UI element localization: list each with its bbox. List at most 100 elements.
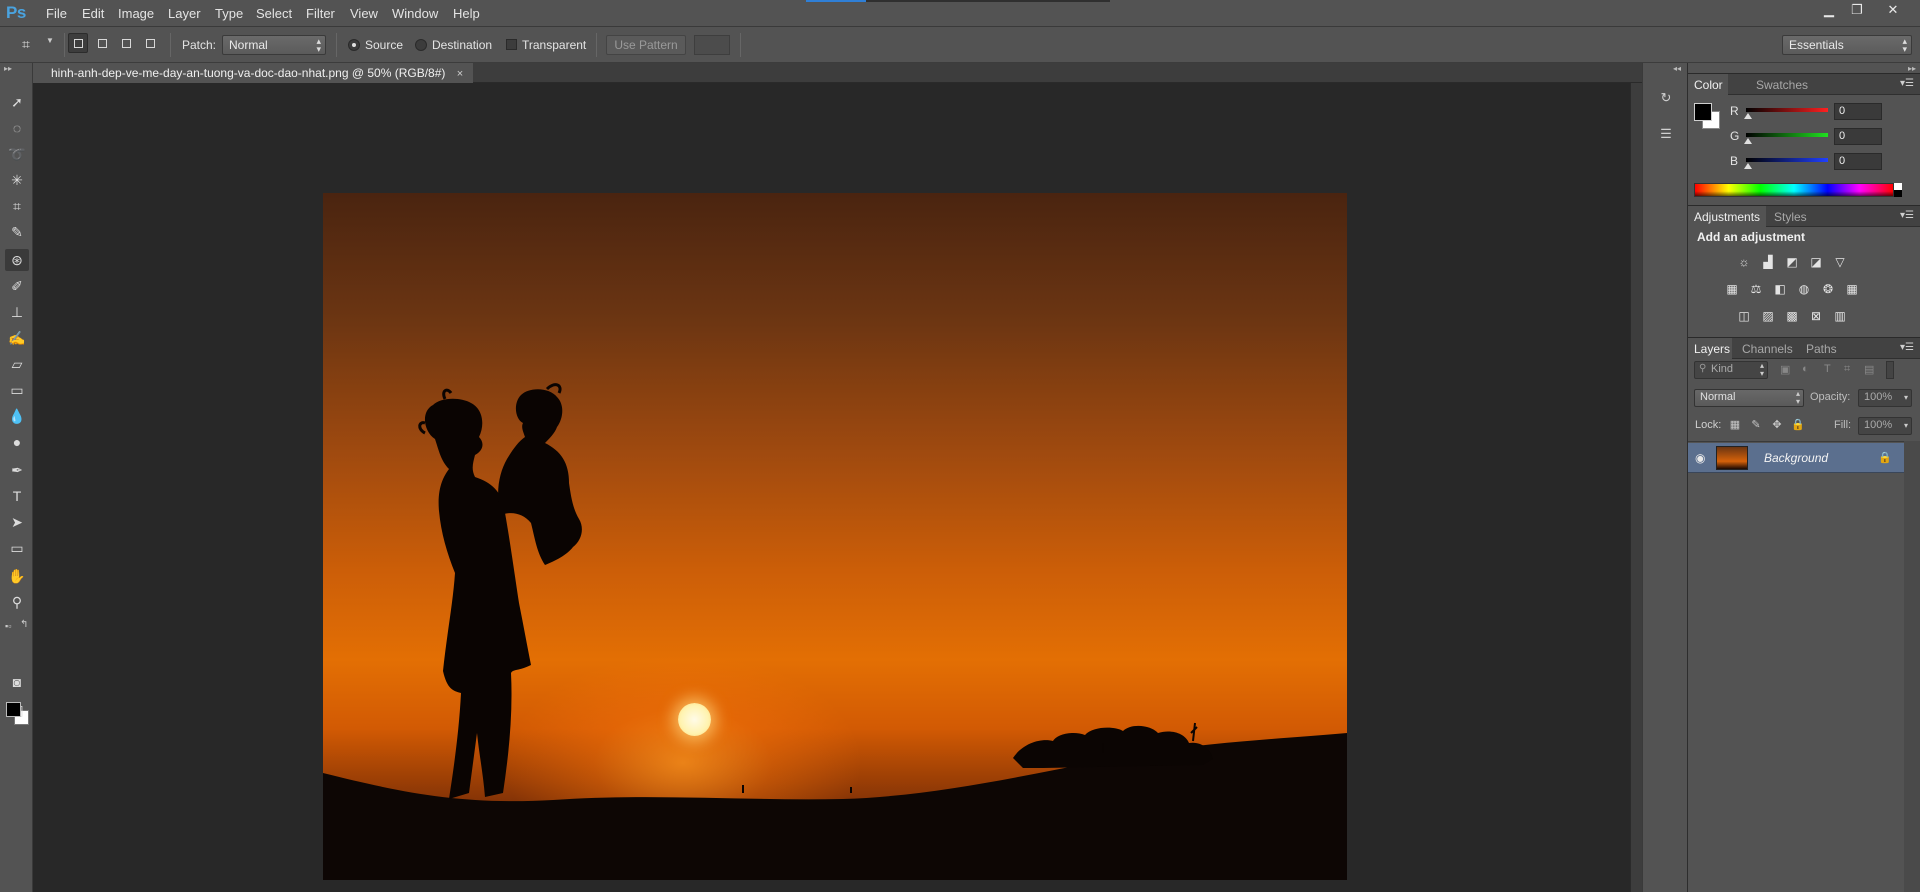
menu-view[interactable]: View <box>350 6 378 21</box>
gradient-map-icon[interactable]: ▥ <box>1832 308 1848 324</box>
red-slider[interactable] <box>1746 108 1828 112</box>
collapse-arrows-icon[interactable]: ▸▸ <box>4 64 12 73</box>
patch-tool-icon[interactable]: ⊛ <box>5 249 29 271</box>
menu-filter[interactable]: Filter <box>306 6 335 21</box>
selective-color-icon[interactable]: ⊠ <box>1808 308 1824 324</box>
properties-panel-icon[interactable]: ☰ <box>1657 125 1675 143</box>
document-tab[interactable]: hinh-anh-dep-ve-me-day-an-tuong-va-doc-d… <box>33 63 474 83</box>
restore-button[interactable]: ❐ <box>1844 1 1870 19</box>
green-slider-thumb[interactable] <box>1744 138 1752 144</box>
panel-menu-icon[interactable]: ▾☰ <box>1900 78 1914 89</box>
lock-transparent-pixels-icon[interactable]: ▦ <box>1728 418 1742 432</box>
add-to-selection-button[interactable] <box>92 33 112 53</box>
posterize-icon[interactable]: ▨ <box>1760 308 1776 324</box>
tab-paths[interactable]: Paths <box>1806 342 1837 356</box>
tab-adjustments[interactable]: Adjustments <box>1694 210 1760 224</box>
menu-file[interactable]: File <box>46 6 67 21</box>
path-selection-tool-icon[interactable]: ➤ <box>5 511 29 533</box>
rectangle-tool-icon[interactable]: ▭ <box>5 537 29 559</box>
clone-stamp-tool-icon[interactable]: ⊥ <box>5 301 29 323</box>
menu-select[interactable]: Select <box>256 6 292 21</box>
default-colors-icon[interactable]: ▪▫ <box>5 621 11 631</box>
menu-image[interactable]: Image <box>118 6 154 21</box>
type-filter-icon[interactable]: T <box>1824 363 1831 375</box>
brightness-icon[interactable]: ☼ <box>1736 254 1752 270</box>
adjustment-filter-icon[interactable]: ◐ <box>1802 363 1809 375</box>
tab-swatches[interactable]: Swatches <box>1756 78 1808 92</box>
tab-styles[interactable]: Styles <box>1774 210 1807 224</box>
lock-all-icon[interactable]: 🔒 <box>1791 418 1805 432</box>
intersect-selection-button[interactable] <box>140 33 160 53</box>
menu-window[interactable]: Window <box>392 6 438 21</box>
color-lookup-icon[interactable]: ▦ <box>1844 281 1860 297</box>
quick-mask-icon[interactable]: ◙ <box>5 671 29 693</box>
collapse-arrows-icon[interactable]: ◂◂ <box>1673 64 1681 73</box>
white-swatch[interactable] <box>1894 183 1902 190</box>
curves-icon[interactable]: ◩ <box>1784 254 1800 270</box>
color-spectrum-bar[interactable] <box>1694 183 1894 197</box>
brush-tool-icon[interactable]: ✐ <box>5 275 29 297</box>
layer-kind-filter[interactable]: ⚲ Kind ▴ ▾ <box>1694 361 1768 379</box>
eraser-tool-icon[interactable]: ▱ <box>5 353 29 375</box>
hand-tool-icon[interactable]: ✋ <box>5 565 29 587</box>
lock-position-icon[interactable]: ✥ <box>1770 418 1784 432</box>
crop-tool-icon[interactable]: ⌗ <box>5 195 29 217</box>
tab-layers[interactable]: Layers <box>1694 342 1730 356</box>
layers-scrollbar[interactable] <box>1904 441 1920 892</box>
history-panel-icon[interactable]: ↻ <box>1657 89 1675 107</box>
lasso-tool-icon[interactable]: ➰ <box>5 143 29 165</box>
panel-menu-icon[interactable]: ▾☰ <box>1900 210 1914 221</box>
blur-tool-icon[interactable]: 💧 <box>5 405 29 427</box>
layer-row[interactable]: ◉ Background 🔒 <box>1688 443 1904 473</box>
pattern-picker[interactable] <box>694 35 730 55</box>
transparent-checkbox[interactable] <box>506 39 517 50</box>
threshold-icon[interactable]: ▩ <box>1784 308 1800 324</box>
channel-mixer-icon[interactable]: ❂ <box>1820 281 1836 297</box>
pixel-filter-icon[interactable]: ▣ <box>1780 363 1790 376</box>
shape-filter-icon[interactable]: ⌗ <box>1844 363 1850 376</box>
patch-mode-select[interactable]: Normal ▴ ▾ <box>222 35 326 55</box>
smart-object-filter-icon[interactable]: ▤ <box>1864 363 1874 376</box>
red-slider-thumb[interactable] <box>1744 113 1752 119</box>
foreground-color-swatch[interactable] <box>6 702 21 717</box>
use-pattern-button[interactable]: Use Pattern <box>606 35 686 55</box>
destination-radio[interactable] <box>415 39 427 51</box>
black-swatch[interactable] <box>1894 190 1902 197</box>
black-white-icon[interactable]: ◧ <box>1772 281 1788 297</box>
pen-tool-icon[interactable]: ✒ <box>5 459 29 481</box>
blend-mode-select[interactable]: Normal ▴ ▾ <box>1694 389 1804 407</box>
subtract-from-selection-button[interactable] <box>116 33 136 53</box>
vertical-scrollbar[interactable] <box>1630 83 1642 892</box>
invert-icon[interactable]: ◫ <box>1736 308 1752 324</box>
type-tool-icon[interactable]: T <box>5 485 29 507</box>
vibrance-icon[interactable]: ▽ <box>1832 254 1848 270</box>
tab-channels[interactable]: Channels <box>1742 342 1793 356</box>
eyedropper-tool-icon[interactable]: ✎ <box>5 221 29 243</box>
chevron-down-icon[interactable]: ▼ <box>46 36 54 45</box>
new-selection-button[interactable] <box>68 33 88 53</box>
close-window-button[interactable]: ✕ <box>1880 1 1906 19</box>
panel-menu-icon[interactable]: ▾☰ <box>1900 342 1914 353</box>
hue-saturation-icon[interactable]: ▦ <box>1724 281 1740 297</box>
source-radio[interactable] <box>348 39 360 51</box>
exposure-icon[interactable]: ◪ <box>1808 254 1824 270</box>
menu-layer[interactable]: Layer <box>168 6 201 21</box>
menu-help[interactable]: Help <box>453 6 480 21</box>
move-tool-icon[interactable]: ➚ <box>5 91 29 113</box>
green-value-field[interactable]: 0 <box>1834 128 1882 145</box>
workspace-select[interactable]: Essentials ▴ ▾ <box>1782 35 1912 55</box>
levels-icon[interactable]: ▟ <box>1760 254 1776 270</box>
close-tab-icon[interactable]: × <box>457 68 463 80</box>
dodge-tool-icon[interactable]: ● <box>5 431 29 453</box>
blue-slider[interactable] <box>1746 158 1828 162</box>
patch-tool-preset-icon[interactable]: ⌗ <box>22 36 40 52</box>
document-image[interactable] <box>323 193 1347 880</box>
magic-wand-tool-icon[interactable]: ✳ <box>5 169 29 191</box>
opacity-field[interactable]: 100% ▾ <box>1858 389 1912 407</box>
foreground-color-swatch[interactable] <box>1694 103 1712 121</box>
filter-toggle[interactable] <box>1886 361 1894 379</box>
blue-value-field[interactable]: 0 <box>1834 153 1882 170</box>
red-value-field[interactable]: 0 <box>1834 103 1882 120</box>
photo-filter-icon[interactable]: ◍ <box>1796 281 1812 297</box>
gradient-tool-icon[interactable]: ▭ <box>5 379 29 401</box>
